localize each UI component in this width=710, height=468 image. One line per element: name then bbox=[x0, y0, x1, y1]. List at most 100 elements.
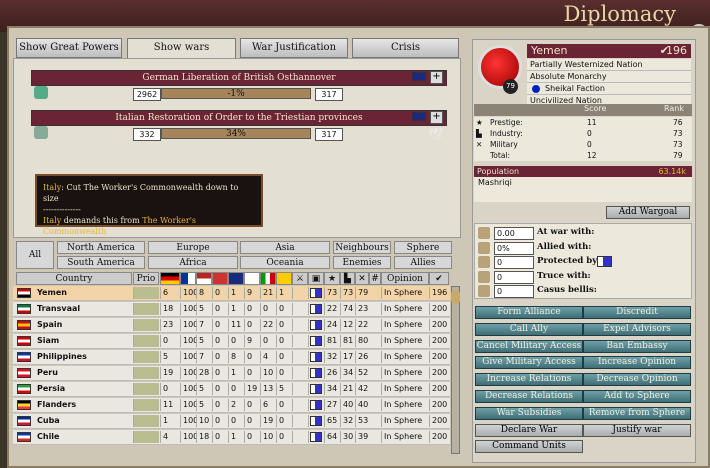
give-military-accessbutton[interactable]: Give Military Access bbox=[475, 356, 583, 370]
ban-embassybutton[interactable]: Ban Embassy bbox=[583, 339, 691, 353]
table-row[interactable]: Spain231007011022075241222In Sphere200 bbox=[13, 318, 450, 333]
add-to-spherebutton[interactable]: Add to Sphere bbox=[583, 390, 691, 403]
country-name: Persia bbox=[37, 384, 66, 393]
table-row[interactable]: Yemen6100801921176737379In Sphere196 bbox=[13, 286, 450, 301]
expel-advisorsbutton[interactable]: Expel Advisors bbox=[583, 322, 691, 336]
table-cell: 34 bbox=[340, 367, 355, 379]
priority-cell[interactable] bbox=[133, 303, 159, 315]
column-rank[interactable]: # bbox=[369, 272, 381, 285]
priority-cell[interactable] bbox=[133, 415, 159, 427]
priority-cell[interactable] bbox=[133, 287, 159, 299]
column-sphere-icon[interactable]: ▣ bbox=[308, 272, 324, 285]
sphere-leader-flag-icon bbox=[310, 352, 322, 362]
column-russia-flag-icon[interactable] bbox=[212, 272, 228, 285]
discreditbutton[interactable]: Discredit bbox=[583, 306, 691, 319]
country-flag-icon bbox=[17, 400, 31, 410]
filter-neighbours[interactable]: Neighbours bbox=[333, 241, 391, 254]
priority-cell[interactable] bbox=[133, 367, 159, 379]
tab-crisis[interactable]: Crisis bbox=[352, 38, 459, 58]
column-japan-flag-icon[interactable] bbox=[244, 272, 260, 285]
war-title-1[interactable]: German Liberation of British Osthannover bbox=[31, 70, 447, 86]
sphere-leader-flag-icon bbox=[310, 416, 322, 426]
column-usa-flag-icon[interactable] bbox=[196, 272, 212, 285]
increase-opinionbutton[interactable]: Increase Opinion bbox=[583, 356, 691, 370]
priority-cell[interactable] bbox=[133, 351, 159, 363]
table-row[interactable]: Philippines510070804032321726In Sphere20… bbox=[13, 350, 450, 365]
peace-dove-icon[interactable]: 🕊 bbox=[428, 127, 443, 141]
filter-asia[interactable]: Asia bbox=[240, 241, 330, 254]
filter-all[interactable]: All bbox=[16, 241, 54, 269]
expand-defenders-button[interactable]: + bbox=[430, 71, 443, 84]
table-row[interactable]: Peru191002801010057263452In Sphere200 bbox=[13, 366, 450, 381]
industry-icon: ▙ bbox=[476, 129, 482, 138]
column-prio[interactable]: Prio bbox=[133, 272, 159, 285]
expand-defenders-button[interactable]: + bbox=[430, 111, 443, 124]
table-cell: 28 bbox=[196, 367, 212, 379]
table-row[interactable]: Flanders1110050206031274040In Sphere200 bbox=[13, 398, 450, 413]
scrollbar-thumb[interactable] bbox=[451, 290, 460, 304]
table-row[interactable]: Chile41001801010027643039In Sphere200 bbox=[13, 430, 450, 445]
column-prestige-icon[interactable]: ★ bbox=[324, 272, 340, 285]
declare-warbutton[interactable]: Declare War bbox=[475, 423, 583, 437]
priority-cell[interactable] bbox=[133, 399, 159, 411]
table-scrollbar[interactable] bbox=[451, 286, 460, 454]
column-influence-icon[interactable]: ✔ bbox=[429, 272, 449, 285]
table-row[interactable]: Cuba11001000019046653253In Sphere200 bbox=[13, 414, 450, 429]
table-row[interactable]: Persia01005001913548342142In Sphere200 bbox=[13, 382, 450, 397]
form-alliancebutton[interactable]: Form Alliance bbox=[475, 306, 583, 319]
filter-allies[interactable]: Allies bbox=[394, 256, 452, 269]
filter-north-america[interactable]: North America bbox=[57, 241, 145, 254]
table-cell: 19 bbox=[244, 383, 260, 395]
priority-cell[interactable] bbox=[133, 335, 159, 347]
opinion-cell: In Sphere bbox=[381, 319, 429, 331]
table-cell: 0 bbox=[244, 367, 260, 379]
column-britain-flag-icon[interactable] bbox=[228, 272, 244, 285]
filter-oceania[interactable]: Oceania bbox=[240, 256, 330, 269]
column-military-icon[interactable]: ✕ bbox=[355, 272, 369, 285]
filter-europe[interactable]: Europe bbox=[148, 241, 238, 254]
priority-cell[interactable] bbox=[133, 431, 159, 443]
table-cell bbox=[292, 383, 308, 395]
filter-sphere[interactable]: Sphere bbox=[394, 241, 452, 254]
increase-relationsbutton[interactable]: Increase Relations bbox=[475, 373, 583, 387]
table-cell: 64 bbox=[324, 431, 340, 443]
column-gp-flag-icon[interactable] bbox=[276, 272, 292, 285]
add-wargoal-button[interactable]: Add Wargoal bbox=[606, 206, 690, 219]
tab-war-justification[interactable]: War Justification bbox=[240, 38, 348, 58]
table-row[interactable]: Siam010050090080818180In Sphere200 bbox=[13, 334, 450, 349]
table-cell: 0 bbox=[212, 367, 228, 379]
table-cell: 0 bbox=[276, 367, 292, 379]
war-subsidiesbutton[interactable]: War Subsidies bbox=[475, 406, 583, 420]
table-cell: 24 bbox=[324, 319, 340, 331]
remove-from-spherebutton[interactable]: Remove from Sphere bbox=[583, 406, 691, 420]
table-cell: 0 bbox=[212, 431, 228, 443]
table-cell: 7 bbox=[196, 319, 212, 331]
filter-enemies[interactable]: Enemies bbox=[333, 256, 391, 269]
command-unitsbutton[interactable]: Command Units bbox=[475, 440, 583, 454]
filter-south-america[interactable]: South America bbox=[57, 256, 145, 269]
column-france-flag-icon[interactable] bbox=[180, 272, 196, 285]
column-italy-flag-icon[interactable] bbox=[260, 272, 276, 285]
column-opinion[interactable]: Opinion bbox=[381, 272, 429, 285]
column-germany-flag-icon[interactable] bbox=[160, 272, 180, 285]
filter-africa[interactable]: Africa bbox=[148, 256, 238, 269]
britain-flag-icon bbox=[412, 72, 426, 81]
opinion-cell: In Sphere bbox=[381, 415, 429, 427]
call-allybutton[interactable]: Call Ally bbox=[475, 322, 583, 336]
influence-cell: 200 bbox=[429, 383, 450, 395]
country-name: Yemen 196 ✔ bbox=[527, 44, 691, 58]
tab-show-wars[interactable]: Show wars bbox=[127, 38, 236, 60]
justify-warbutton[interactable]: Justify war bbox=[583, 423, 691, 437]
priority-cell[interactable] bbox=[133, 383, 159, 395]
cancel-military-accessbutton[interactable]: Cancel Military Access bbox=[475, 339, 583, 353]
table-row[interactable]: Transvaal1810050100017227423In Sphere200 bbox=[13, 302, 450, 317]
war-title-2[interactable]: Italian Restoration of Order to the Trie… bbox=[31, 110, 447, 126]
priority-cell[interactable] bbox=[133, 319, 159, 331]
decrease-opinionbutton[interactable]: Decrease Opinion bbox=[583, 373, 691, 387]
column-war-icon[interactable]: ⚔ bbox=[292, 272, 308, 285]
opinion-cell: In Sphere bbox=[381, 367, 429, 379]
decrease-relationsbutton[interactable]: Decrease Relations bbox=[475, 390, 583, 403]
tab-show-great-powers[interactable]: Show Great Powers bbox=[16, 38, 122, 58]
column-industry-icon[interactable]: ▙ bbox=[340, 272, 355, 285]
column-country[interactable]: Country bbox=[16, 272, 132, 285]
